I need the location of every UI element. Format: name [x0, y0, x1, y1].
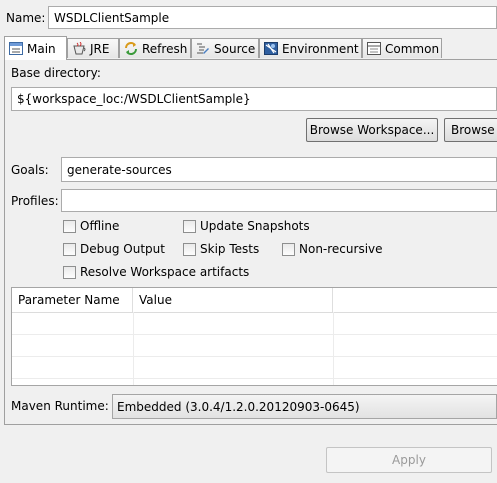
tab-environment[interactable]: Environment: [259, 38, 362, 58]
update-snapshots-label: Update Snapshots: [200, 219, 310, 233]
update-snapshots-checkbox[interactable]: Update Snapshots: [183, 219, 310, 233]
jre-icon: [73, 42, 86, 55]
resolve-workspace-checkbox[interactable]: Resolve Workspace artifacts: [63, 265, 249, 279]
tab-main[interactable]: Main: [4, 36, 67, 60]
table-row: [12, 356, 497, 357]
offline-label: Offline: [80, 219, 120, 233]
non-recursive-checkbox-box[interactable]: [282, 242, 295, 256]
common-icon: [367, 42, 381, 55]
profiles-input[interactable]: [61, 189, 497, 212]
tab-jre-label: JRE: [90, 41, 110, 56]
table-row: [12, 334, 497, 335]
launch-configuration-editor: Name: WSDLClientSample Main JRE Refresh: [0, 0, 497, 483]
parameters-table[interactable]: Parameter Name Value: [11, 287, 497, 386]
base-directory-label: Base directory:: [11, 66, 101, 80]
name-input[interactable]: WSDLClientSample: [48, 6, 497, 29]
header-divider: [12, 312, 497, 313]
maven-runtime-value: Embedded (3.0.4/1.2.0.20120903-0645): [117, 399, 360, 414]
column-header-parameter-name-label: Parameter Name: [18, 293, 120, 307]
base-directory-input[interactable]: ${workspace_loc:/WSDLClientSample}: [11, 87, 497, 111]
profiles-label: Profiles:: [11, 194, 59, 208]
tab-source-label: Source: [214, 41, 256, 56]
browse-button[interactable]: Browse: [444, 118, 497, 142]
tab-common[interactable]: Common: [362, 38, 442, 58]
environment-icon: [264, 42, 278, 55]
column-header-value[interactable]: Value: [133, 288, 333, 312]
name-label: Name:: [6, 11, 46, 25]
refresh-icon: [125, 42, 137, 55]
maven-runtime-label: Maven Runtime:: [11, 399, 109, 413]
non-recursive-checkbox[interactable]: Non-recursive: [282, 242, 383, 256]
source-icon: [197, 43, 209, 54]
debug-output-label: Debug Output: [80, 242, 165, 256]
skip-tests-checkbox-box[interactable]: [183, 242, 196, 256]
maven-runtime-select[interactable]: Embedded (3.0.4/1.2.0.20120903-0645): [112, 394, 497, 419]
debug-output-checkbox-box[interactable]: [63, 242, 76, 256]
column-header-value-label: Value: [139, 293, 172, 307]
debug-output-checkbox[interactable]: Debug Output: [63, 242, 165, 256]
tab-environment-label: Environment: [282, 41, 359, 56]
column-divider: [133, 312, 134, 385]
resolve-workspace-label: Resolve Workspace artifacts: [80, 265, 250, 279]
tab-refresh-label: Refresh: [142, 41, 188, 56]
main-tab-icon: [9, 42, 23, 55]
column-header-parameter-name[interactable]: Parameter Name: [12, 288, 133, 312]
browse-workspace-button[interactable]: Browse Workspace...: [306, 118, 438, 142]
skip-tests-checkbox[interactable]: Skip Tests: [183, 242, 259, 256]
tab-source[interactable]: Source: [191, 38, 259, 58]
tab-refresh[interactable]: Refresh: [119, 38, 191, 58]
goals-label: Goals:: [11, 163, 49, 177]
tab-jre[interactable]: JRE: [67, 38, 119, 58]
apply-button[interactable]: Apply: [326, 447, 492, 473]
offline-checkbox-box[interactable]: [63, 219, 76, 233]
skip-tests-label: Skip Tests: [200, 242, 260, 256]
table-row: [12, 378, 497, 379]
goals-input[interactable]: generate-sources: [61, 157, 497, 182]
tab-main-label: Main: [27, 41, 56, 56]
update-snapshots-checkbox-box[interactable]: [183, 219, 196, 233]
offline-checkbox[interactable]: Offline: [63, 219, 119, 233]
column-divider: [333, 312, 334, 385]
tab-common-label: Common: [385, 41, 440, 56]
resolve-workspace-checkbox-box[interactable]: [63, 265, 76, 279]
non-recursive-label: Non-recursive: [299, 242, 383, 256]
